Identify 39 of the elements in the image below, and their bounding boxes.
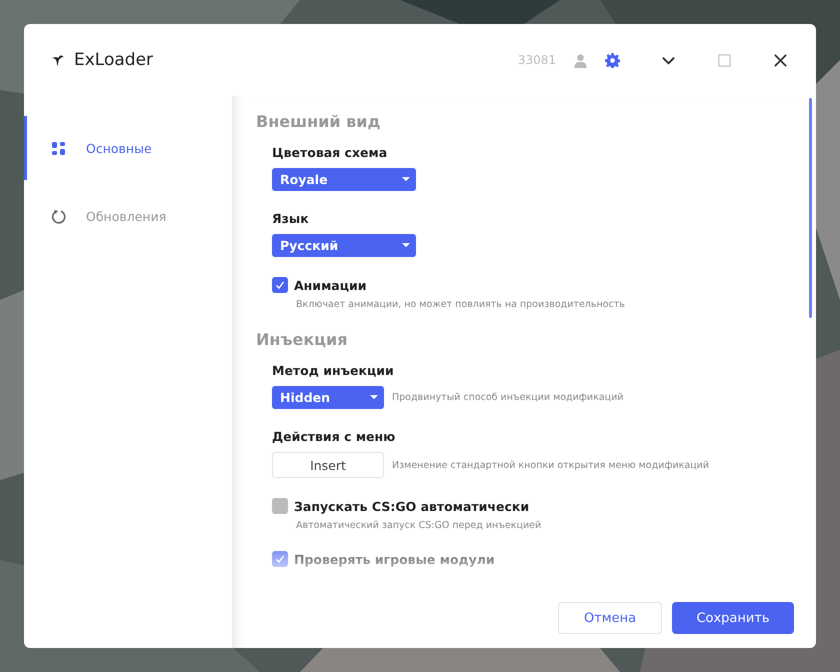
section-heading: Внешний вид (256, 112, 382, 131)
cancel-button[interactable]: Отмена (558, 602, 662, 634)
dropdown[interactable]: Royale (272, 168, 416, 191)
setting-label: Метод инъекции (272, 363, 395, 378)
user-icon (572, 52, 588, 68)
check-icon (274, 553, 286, 565)
leaf-icon (50, 52, 65, 68)
save-button[interactable]: Сохранить (672, 602, 794, 634)
key-button[interactable]: Insert (272, 452, 384, 478)
checkbox[interactable] (272, 277, 288, 293)
section-heading: Инъекция (256, 330, 349, 349)
caret-icon (402, 243, 410, 248)
refresh-icon (51, 208, 66, 224)
app-title: ExLoader (74, 50, 154, 70)
sidebar-item[interactable]: Основные (24, 116, 232, 180)
caret-icon (370, 395, 378, 400)
grid-icon (51, 140, 66, 156)
square-icon (716, 52, 732, 68)
check-icon (274, 279, 286, 291)
setting-note: Автоматический запуск CS:GO перед инъекцией (296, 520, 542, 531)
close-icon (772, 52, 788, 68)
setting-label: Цветовая схема (272, 145, 388, 160)
caret-icon (402, 177, 410, 182)
scrollbar[interactable] (809, 98, 812, 318)
dropdown[interactable]: Hidden (272, 386, 384, 409)
setting-label: Действия с меню (272, 429, 396, 444)
setting-note: Включает анимации, но может повлиять на производительность (296, 299, 626, 310)
user-id: 33081 (518, 53, 556, 67)
checkbox[interactable] (272, 498, 288, 514)
checkbox-label: Анимации (294, 278, 367, 292)
sidebar-item[interactable]: Обновления (24, 184, 232, 248)
dropdown[interactable]: Русский (272, 234, 416, 257)
setting-note: Изменение стандартной кнопки открытия меню модификаций (392, 460, 710, 470)
setting-note: Продвинутый способ инъекции модификаций (392, 392, 624, 403)
checkbox[interactable] (272, 551, 288, 567)
checkbox-label: Запускать CS:GO автоматически (294, 498, 530, 514)
settings-icon (604, 52, 620, 68)
checkbox-label: Проверять игровые модули (294, 552, 495, 566)
setting-label: Язык (272, 211, 310, 226)
